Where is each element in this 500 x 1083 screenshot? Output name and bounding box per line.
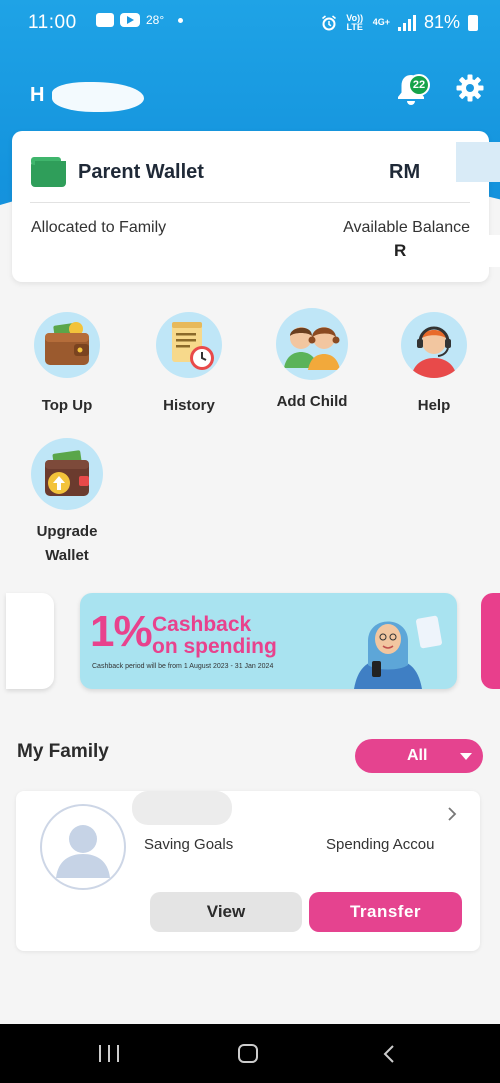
children-icon <box>276 308 348 380</box>
wallet-coins-icon <box>34 312 100 378</box>
status-left-icons: 28° <box>80 13 184 27</box>
notification-app-icon <box>96 13 114 27</box>
banner-fine-print: Cashback period will be from 1 August 20… <box>92 663 274 670</box>
more-notifications-dot-icon <box>178 17 184 23</box>
banner-card-icon <box>415 615 443 649</box>
view-button[interactable]: View <box>150 892 302 932</box>
wallet-divider <box>30 202 470 203</box>
system-nav-bar <box>0 1024 500 1083</box>
banner-line2: on spending <box>152 635 277 658</box>
redacted-name <box>52 82 144 112</box>
action-label: Upgrade Wallet <box>36 523 98 564</box>
notification-badge: 22 <box>408 74 430 96</box>
chevron-down-icon <box>460 753 472 760</box>
support-agent-icon <box>401 312 467 378</box>
banner-line1: Cashback <box>152 613 252 636</box>
wallet-upgrade-icon <box>31 438 103 510</box>
wallet-balance-currency: RM <box>389 161 421 183</box>
alarm-icon <box>321 14 336 30</box>
status-time: 11:00 <box>28 12 77 33</box>
receipt-clock-icon <box>156 312 222 378</box>
signal-icon <box>397 14 416 31</box>
redacted-child-name <box>132 791 232 825</box>
family-filter-dropdown[interactable]: All <box>355 739 483 773</box>
action-label: Top Up <box>41 397 93 414</box>
status-right-icons: Vo)) LTE 4G+ 81% <box>321 12 478 33</box>
volte-indicator: Vo)) LTE <box>346 12 364 32</box>
transfer-button[interactable]: Transfer <box>309 892 462 932</box>
wallet-title: Parent Wallet <box>78 161 204 183</box>
action-label: Add Child <box>276 393 348 410</box>
available-balance-value: R <box>394 241 407 260</box>
redacted-wallet-amount-2 <box>458 235 500 267</box>
action-add-child[interactable]: Add Child <box>252 308 372 414</box>
gear-icon[interactable] <box>456 74 484 102</box>
battery-icon <box>468 14 478 31</box>
action-top-up[interactable]: Top Up <box>7 312 127 418</box>
battery-percent: 81% <box>423 12 460 32</box>
action-label: History <box>163 397 215 414</box>
temperature-text: 28° <box>146 13 165 27</box>
redacted-wallet-amount <box>456 142 500 182</box>
action-help[interactable]: Help <box>374 312 494 418</box>
status-bar: 11:00 28° Vo)) LTE 4G+ 81% <box>0 0 500 46</box>
cashback-banner[interactable]: 1% Cashback on spending Cashback period … <box>80 593 457 689</box>
redacted-child-values <box>456 839 480 887</box>
saving-goals-label: Saving Goals <box>144 836 234 853</box>
home-icon[interactable] <box>238 1044 258 1063</box>
greeting-name: H <box>30 84 45 106</box>
avatar <box>40 804 126 890</box>
wallet-icon <box>31 157 66 187</box>
banner-percent: 1% <box>90 607 153 656</box>
carousel-next-card[interactable] <box>481 593 500 689</box>
filter-value: All <box>407 747 428 764</box>
allocated-label: Allocated to Family <box>31 219 167 236</box>
action-label: Help <box>417 397 451 414</box>
back-icon[interactable] <box>382 1045 396 1063</box>
carousel-prev-card[interactable] <box>6 593 54 689</box>
parent-wallet-card[interactable]: Parent Wallet RM Allocated to Family Ava… <box>12 131 489 282</box>
action-upgrade-wallet[interactable]: Upgrade Wallet <box>7 438 127 568</box>
youtube-icon <box>120 13 140 27</box>
network-type: 4G+ <box>372 17 390 27</box>
chevron-right-icon[interactable] <box>446 805 458 823</box>
banner-woman-illustration <box>354 621 422 689</box>
recent-apps-icon[interactable] <box>99 1045 119 1062</box>
spending-account-label: Spending Accou <box>326 836 435 853</box>
child-card[interactable]: Saving Goals Spending Accou View Transfe… <box>16 791 480 951</box>
my-family-title: My Family <box>17 741 109 762</box>
action-history[interactable]: History <box>129 312 249 418</box>
